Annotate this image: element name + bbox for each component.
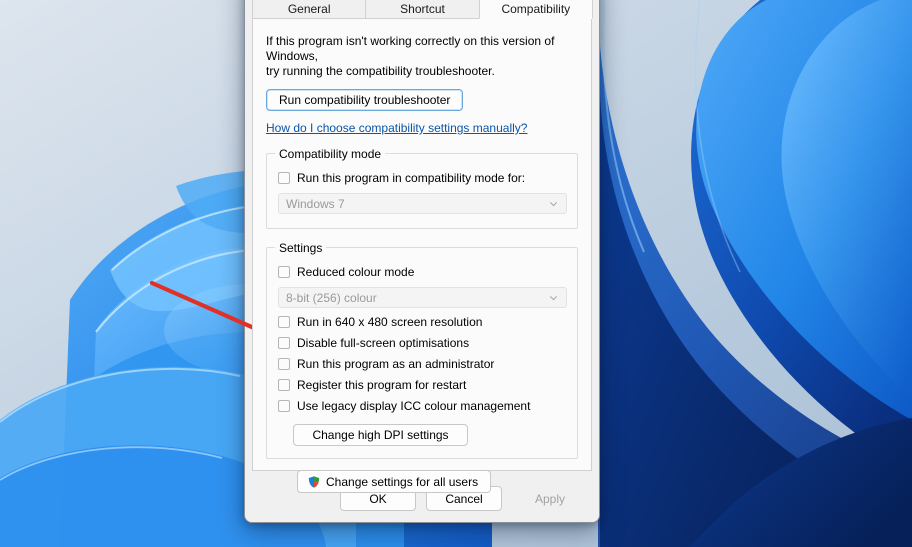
- tab-general[interactable]: General: [252, 0, 367, 19]
- compatibility-mode-checkbox-label: Run this program in compatibility mode f…: [297, 171, 526, 185]
- compatibility-mode-group-title: Compatibility mode: [275, 147, 386, 161]
- settings-group: Settings Reduced colour mode 8-bit (256)…: [266, 241, 578, 459]
- change-settings-for-all-users-label: Change settings for all users: [326, 474, 479, 489]
- disable-fullscreen-optimisations-row[interactable]: Disable full-screen optimisations: [278, 333, 567, 353]
- disable-fullscreen-optimisations-checkbox[interactable]: [278, 337, 290, 349]
- register-for-restart-label: Register this program for restart: [297, 378, 467, 392]
- colour-depth-select[interactable]: 8-bit (256) colour: [278, 287, 567, 308]
- change-high-dpi-settings-button[interactable]: Change high DPI settings: [293, 424, 468, 446]
- compatibility-help-link[interactable]: How do I choose compatibility settings m…: [266, 121, 527, 135]
- compatibility-mode-checkbox-row[interactable]: Run this program in compatibility mode f…: [278, 168, 567, 188]
- reduced-colour-mode-row[interactable]: Reduced colour mode: [278, 262, 567, 282]
- run-640x480-row[interactable]: Run in 640 x 480 screen resolution: [278, 312, 567, 332]
- colour-depth-value: 8-bit (256) colour: [286, 290, 377, 305]
- disable-fullscreen-optimisations-label: Disable full-screen optimisations: [297, 336, 470, 350]
- compatibility-mode-version-select[interactable]: Windows 7: [278, 193, 567, 214]
- all-users-bar: Change settings for all users: [266, 459, 578, 493]
- chevron-down-icon: [549, 201, 558, 206]
- tab-shortcut-label: Shortcut: [400, 1, 445, 16]
- tab-compatibility[interactable]: Compatibility: [478, 0, 593, 19]
- legacy-icc-colour-label: Use legacy display ICC colour management: [297, 399, 531, 413]
- reduced-colour-mode-checkbox[interactable]: [278, 266, 290, 278]
- tab-compatibility-label: Compatibility: [501, 1, 571, 16]
- tab-row-lower: General Shortcut Compatibility: [252, 0, 593, 19]
- run-640x480-checkbox[interactable]: [278, 316, 290, 328]
- compatibility-properties-dialog: Security Details Previous Versions Gener…: [244, 0, 600, 523]
- legacy-icc-colour-checkbox[interactable]: [278, 400, 290, 412]
- intro-text: If this program isn't working correctly …: [266, 34, 578, 79]
- tab-strip: Security Details Previous Versions Gener…: [245, 0, 599, 19]
- uac-shield-icon: [308, 474, 320, 489]
- intro-line-1: If this program isn't working correctly …: [266, 34, 555, 63]
- run-as-administrator-checkbox[interactable]: [278, 358, 290, 370]
- run-as-administrator-row[interactable]: Run this program as an administrator: [278, 354, 567, 374]
- run-compatibility-troubleshooter-button[interactable]: Run compatibility troubleshooter: [266, 89, 464, 111]
- run-as-administrator-label: Run this program as an administrator: [297, 357, 495, 371]
- compatibility-mode-version-value: Windows 7: [286, 196, 345, 211]
- register-for-restart-row[interactable]: Register this program for restart: [278, 375, 567, 395]
- compatibility-mode-checkbox[interactable]: [278, 172, 290, 184]
- change-settings-for-all-users-button[interactable]: Change settings for all users: [297, 470, 492, 493]
- tab-general-label: General: [287, 1, 331, 16]
- legacy-icc-colour-row[interactable]: Use legacy display ICC colour management: [278, 396, 567, 416]
- compatibility-tab-panel: If this program isn't working correctly …: [252, 19, 592, 493]
- chevron-down-icon: [549, 295, 558, 300]
- desktop: Security Details Previous Versions Gener…: [0, 0, 912, 547]
- tab-shortcut[interactable]: Shortcut: [365, 0, 480, 19]
- register-for-restart-checkbox[interactable]: [278, 379, 290, 391]
- compatibility-mode-group: Compatibility mode Run this program in c…: [266, 147, 578, 229]
- settings-group-title: Settings: [275, 241, 327, 255]
- intro-line-2: try running the compatibility troublesho…: [266, 64, 495, 78]
- reduced-colour-mode-label: Reduced colour mode: [297, 265, 415, 279]
- run-640x480-label: Run in 640 x 480 screen resolution: [297, 315, 483, 329]
